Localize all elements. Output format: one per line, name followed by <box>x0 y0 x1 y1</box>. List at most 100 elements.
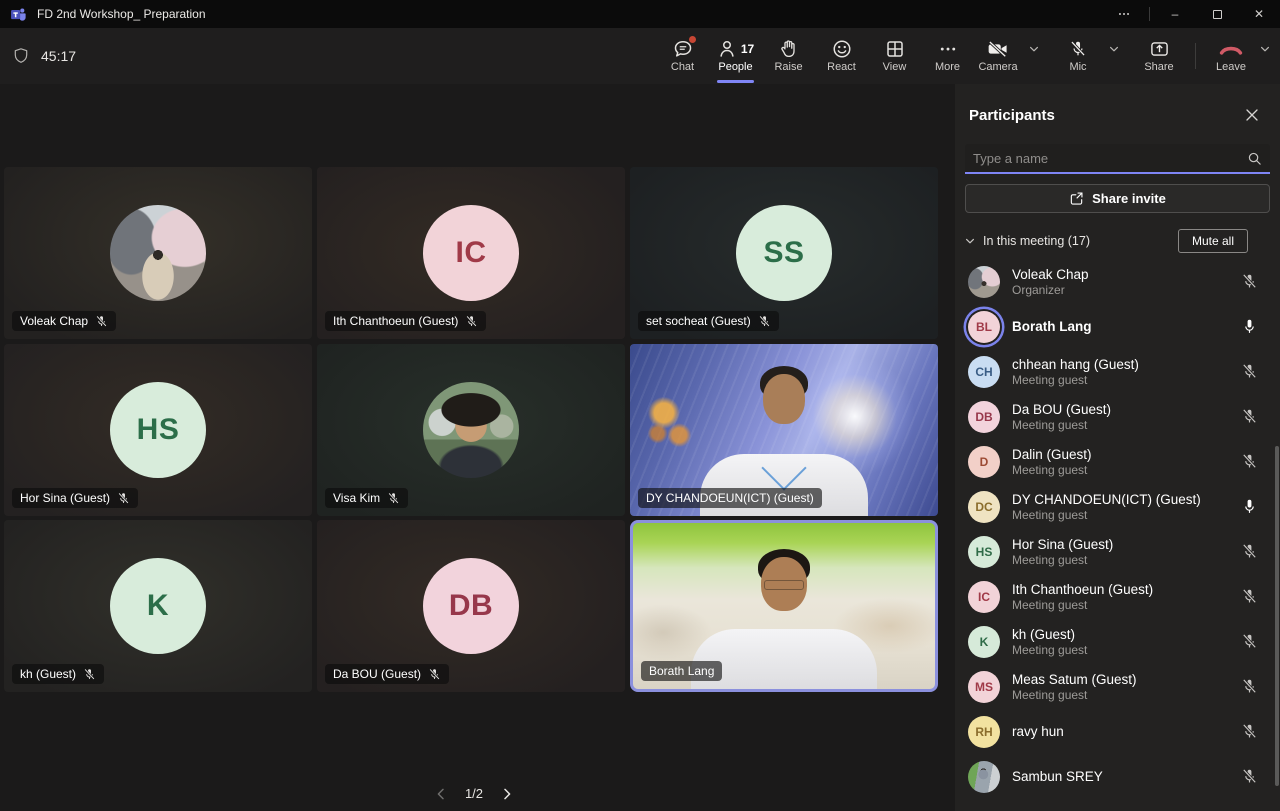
participant-row[interactable]: MS Meas Satum (Guest) Meeting guest <box>955 664 1280 709</box>
participant-name: Sambun SREY <box>1012 769 1103 784</box>
panel-scrollbar[interactable] <box>1275 446 1279 786</box>
window-titlebar: FD 2nd Workshop_ Preparation – ✕ <box>0 0 1280 28</box>
meeting-timer: 45:17 <box>41 48 76 64</box>
tile-name-badge: Voleak Chap <box>12 311 116 331</box>
participant-row[interactable]: D Dalin (Guest) Meeting guest <box>955 439 1280 484</box>
video-tile-hor-sina[interactable]: HS Hor Sina (Guest) <box>4 344 312 516</box>
mic-muted-icon <box>428 668 441 681</box>
participant-mic-button[interactable] <box>1241 408 1258 425</box>
gallery-pagination: 1/2 <box>0 776 948 811</box>
participant-search[interactable] <box>965 144 1270 174</box>
avatar-initials: K <box>110 558 206 654</box>
tile-name-badge: Borath Lang <box>641 661 722 681</box>
people-icon <box>717 39 737 59</box>
video-tile-voleak-chap[interactable]: Voleak Chap <box>4 167 312 339</box>
mute-all-button[interactable]: Mute all <box>1178 229 1248 253</box>
participant-role: Meeting guest <box>1012 373 1139 387</box>
window-controls-divider <box>1149 7 1150 21</box>
minimize-button[interactable]: – <box>1154 0 1196 28</box>
close-panel-button[interactable] <box>1238 101 1266 129</box>
video-tile-kh[interactable]: K kh (Guest) <box>4 520 312 692</box>
participant-avatar: CH <box>968 356 1000 388</box>
leave-button[interactable]: Leave <box>1206 28 1256 84</box>
video-tile-da-bou[interactable]: DB Da BOU (Guest) <box>317 520 625 692</box>
participant-mic-button[interactable] <box>1241 498 1258 515</box>
in-meeting-label: In this meeting (17) <box>983 234 1090 248</box>
avatar-initials: IC <box>423 205 519 301</box>
tile-name-badge: kh (Guest) <box>12 664 104 684</box>
teams-logo-icon <box>10 6 27 23</box>
leave-chevron[interactable] <box>1256 21 1274 77</box>
more-button[interactable]: More <box>921 28 974 84</box>
participant-mic-button[interactable] <box>1241 723 1258 740</box>
raise-hand-icon <box>779 39 799 59</box>
participant-mic-button[interactable] <box>1241 543 1258 560</box>
section-collapse-chevron-icon[interactable] <box>965 236 975 246</box>
participant-role: Meeting guest <box>1012 553 1113 567</box>
participant-mic-button[interactable] <box>1241 273 1258 290</box>
chat-button[interactable]: Chat <box>656 28 709 84</box>
participant-mic-button[interactable] <box>1241 453 1258 470</box>
participant-role: Meeting guest <box>1012 463 1092 477</box>
people-button[interactable]: 17 People <box>709 28 762 84</box>
video-tile-visa-kim[interactable]: Visa Kim <box>317 344 625 516</box>
avatar-photo <box>423 382 519 478</box>
share-screen-icon <box>1150 39 1169 59</box>
participant-row[interactable]: K kh (Guest) Meeting guest <box>955 619 1280 664</box>
raise-button[interactable]: Raise <box>762 28 815 84</box>
avatar-initials: DB <box>423 558 519 654</box>
in-meeting-section: In this meeting (17) Mute all <box>965 229 1266 253</box>
mic-muted-icon <box>387 492 400 505</box>
participant-row[interactable]: DB Da BOU (Guest) Meeting guest <box>955 394 1280 439</box>
toolbar-divider <box>1195 43 1196 69</box>
video-tile-ith-chanthoeun[interactable]: IC Ith Chanthoeun (Guest) <box>317 167 625 339</box>
mic-muted-icon <box>1241 678 1258 695</box>
mic-muted-icon <box>95 315 108 328</box>
participant-avatar: IC <box>968 581 1000 613</box>
maximize-button[interactable] <box>1196 0 1238 28</box>
share-invite-button[interactable]: Share invite <box>965 184 1270 213</box>
participant-name: chhean hang (Guest) <box>1012 357 1139 372</box>
participant-mic-button[interactable] <box>1241 768 1258 785</box>
react-button[interactable]: React <box>815 28 868 84</box>
participant-mic-button[interactable] <box>1241 633 1258 650</box>
camera-chevron[interactable] <box>1025 21 1043 77</box>
view-button[interactable]: View <box>868 28 921 84</box>
participant-name: Da BOU (Guest) <box>1012 402 1111 417</box>
participant-row[interactable]: Voleak Chap Organizer <box>955 259 1280 304</box>
participants-panel: Participants Share invite In this meetin… <box>955 84 1280 811</box>
participant-row[interactable]: DC DY CHANDOEUN(ICT) (Guest) Meeting gue… <box>955 484 1280 529</box>
share-button[interactable]: Share <box>1133 28 1185 84</box>
video-tile-dy-chandoeun[interactable]: DY CHANDOEUN(ICT) (Guest) <box>630 344 938 516</box>
search-input[interactable] <box>973 151 1247 166</box>
mic-chevron[interactable] <box>1105 21 1123 77</box>
participant-row[interactable]: CH chhean hang (Guest) Meeting guest <box>955 349 1280 394</box>
previous-page-button[interactable] <box>433 786 449 802</box>
participant-avatar <box>968 761 1000 793</box>
next-page-button[interactable] <box>499 786 515 802</box>
mic-muted-icon <box>1241 363 1258 380</box>
participant-row[interactable]: BL Borath Lang <box>955 304 1280 349</box>
participant-role: Meeting guest <box>1012 688 1137 702</box>
camera-button[interactable]: Camera <box>971 28 1025 84</box>
mic-button[interactable]: Mic <box>1051 28 1105 84</box>
participant-mic-button[interactable] <box>1241 678 1258 695</box>
mic-muted-icon <box>117 492 130 505</box>
video-tile-set-socheat[interactable]: SS set socheat (Guest) <box>630 167 938 339</box>
shield-icon <box>12 47 30 65</box>
tile-name-badge: DY CHANDOEUN(ICT) (Guest) <box>638 488 822 508</box>
participant-row[interactable]: RH ravy hun <box>955 709 1280 754</box>
participant-mic-button[interactable] <box>1241 588 1258 605</box>
camera-off-icon <box>987 39 1009 59</box>
participant-mic-button[interactable] <box>1241 318 1258 335</box>
video-tile-borath-lang-active-speaker[interactable]: Borath Lang <box>630 520 938 692</box>
tile-name-badge: set socheat (Guest) <box>638 311 779 331</box>
participant-row[interactable]: Sambun SREY <box>955 754 1280 799</box>
mic-muted-icon <box>1241 723 1258 740</box>
participant-role: Meeting guest <box>1012 643 1087 657</box>
participant-avatar: D <box>968 446 1000 478</box>
participant-row[interactable]: HS Hor Sina (Guest) Meeting guest <box>955 529 1280 574</box>
mic-on-icon <box>1241 318 1258 335</box>
participant-row[interactable]: IC Ith Chanthoeun (Guest) Meeting guest <box>955 574 1280 619</box>
participant-mic-button[interactable] <box>1241 363 1258 380</box>
